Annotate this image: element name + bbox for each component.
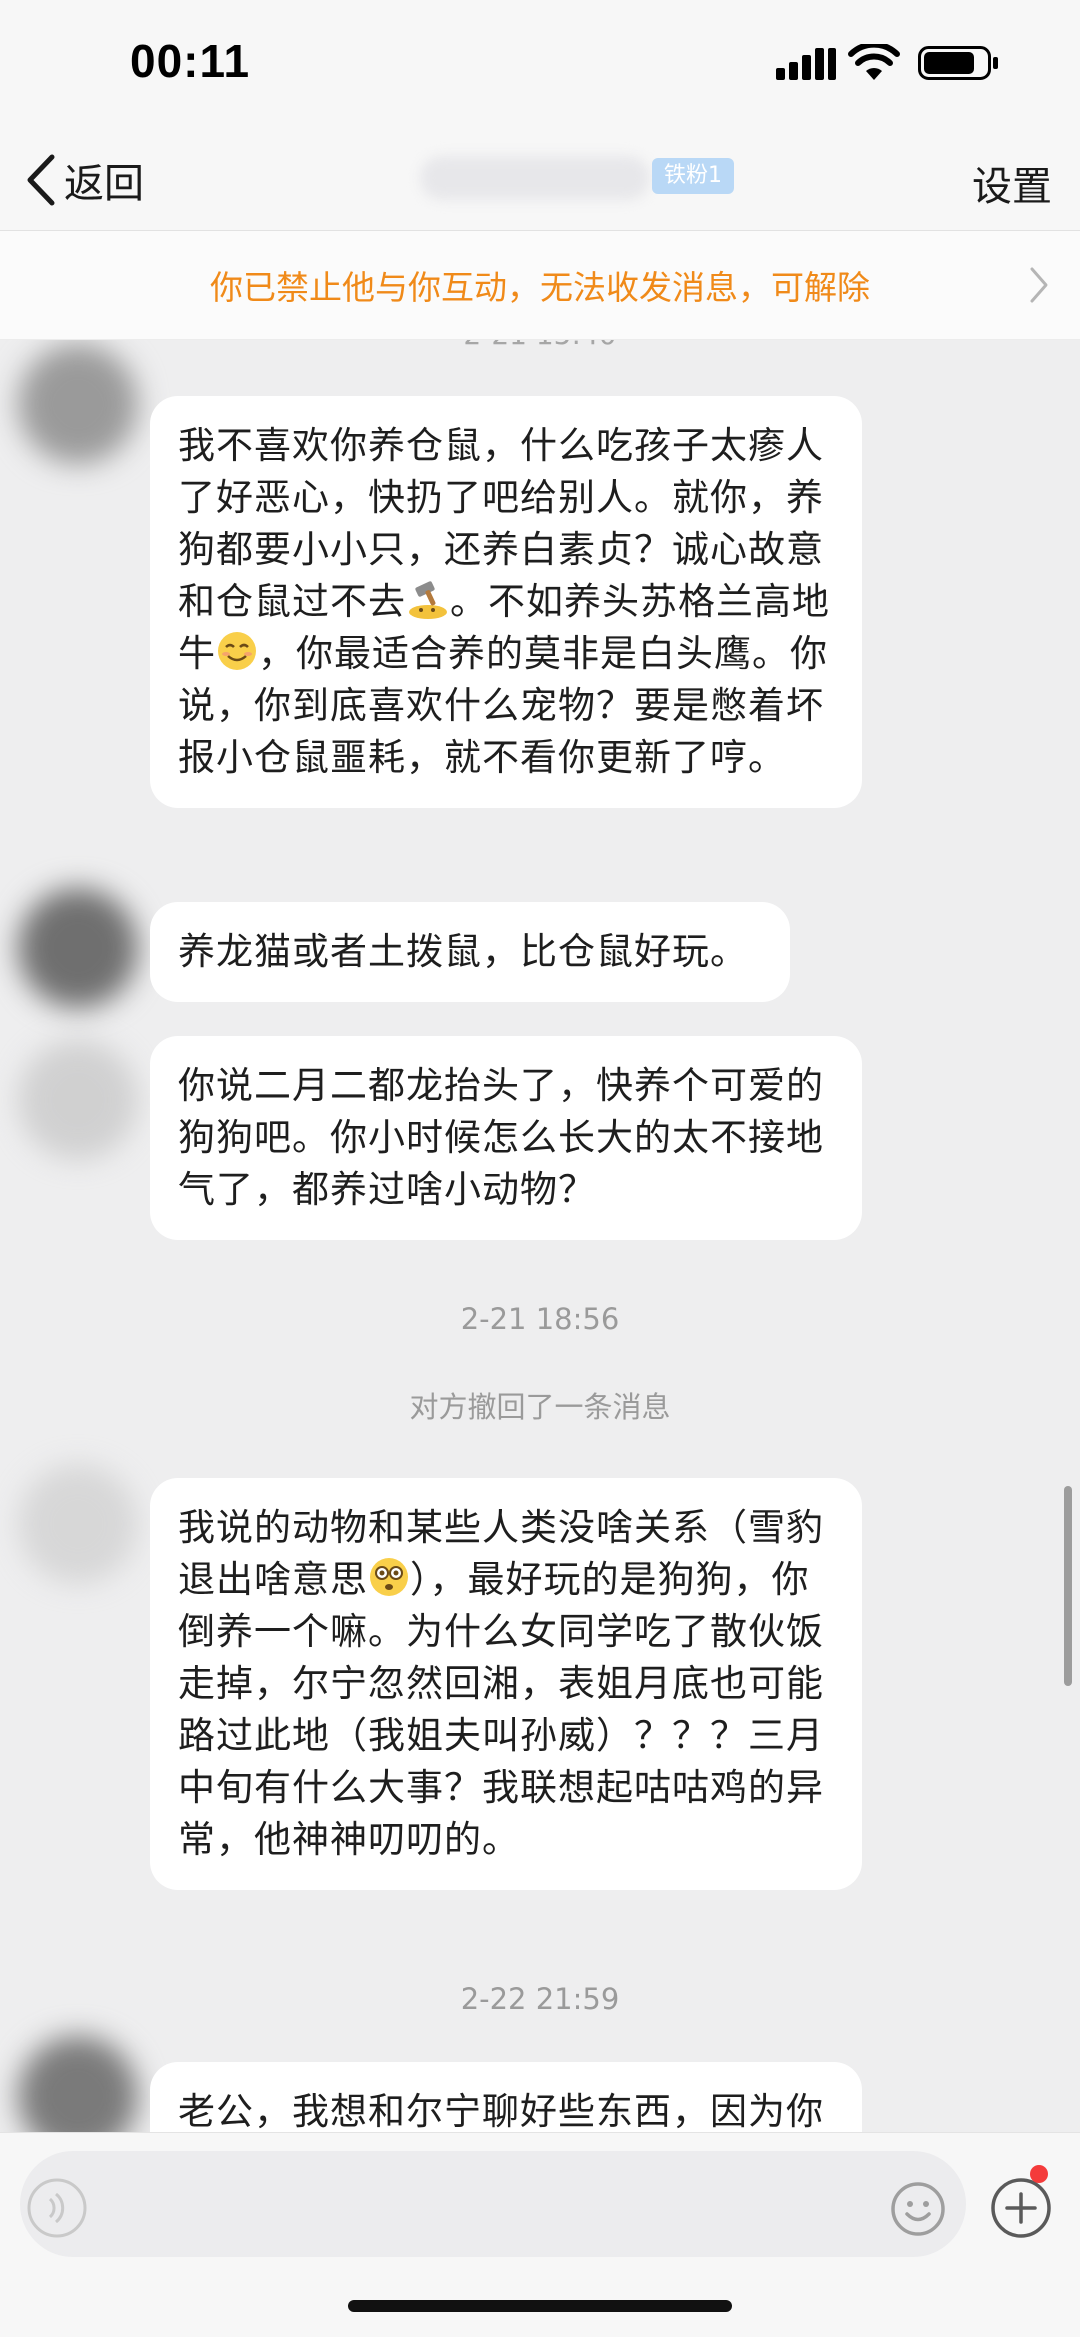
message-input[interactable] (20, 2151, 966, 2257)
recall-notice: 对方撤回了一条消息 (409, 1390, 671, 1424)
back-button[interactable]: 返回 (24, 148, 144, 212)
hammer-emoji (409, 581, 447, 619)
message-bubble[interactable]: 我说的动物和某些人类没啥关系（雪豹退出啥意思 ），最好玩的是狗狗，你倒养一个嘛。为… (150, 1478, 862, 1890)
message-bubble[interactable]: 老公，我想和尔宁聊好些东西，因为你 (150, 2062, 862, 2132)
avatar[interactable] (18, 2036, 138, 2132)
plus-icon[interactable] (990, 2177, 1052, 2239)
timestamp: 2-21 15:40 (0, 340, 1080, 351)
notification-dot (1030, 2165, 1048, 2183)
chat-area[interactable]: 2-21 15:40 我不喜欢你养仓鼠，什么吃孩子太瘆人了好恶心，快扔了吧给别人… (0, 340, 1080, 2132)
chat-title-redacted (420, 156, 650, 200)
voice-icon[interactable] (26, 2177, 88, 2239)
nav-bar: 返回 铁粉1 设置 (0, 130, 1080, 231)
avatar[interactable] (18, 888, 138, 1008)
emoji-icon[interactable] (890, 2181, 946, 2237)
message-text: 养龙猫或者土拨鼠，比仓鼠好玩。 (178, 930, 748, 973)
avatar[interactable] (18, 1464, 138, 1584)
block-notice-text: 你已禁止他与你互动，无法收发消息，可解除 (210, 268, 870, 307)
message-bubble[interactable]: 你说二月二都龙抬头了，快养个可爱的狗狗吧。你小时候怎么长大的太不接地气了，都养过… (150, 1036, 862, 1240)
avatar[interactable] (18, 344, 138, 464)
message-bubble[interactable]: 我不喜欢你养仓鼠，什么吃孩子太瘆人了好恶心，快扔了吧给别人。就你，养狗都要小小只… (150, 396, 862, 808)
smile-emoji (218, 632, 256, 670)
message-text: ，你最适合养的莫非是白头鹰。你说，你到底喜欢什么宠物？要是憋着坏报小仓鼠噩耗，就… (178, 632, 828, 779)
timestamp: 2-22 21:59 (460, 1982, 620, 2016)
dizzy-face-emoji (370, 1558, 408, 1596)
message-bubble[interactable]: 养龙猫或者土拨鼠，比仓鼠好玩。 (150, 902, 790, 1002)
home-indicator[interactable] (348, 2300, 732, 2312)
scrollbar[interactable] (1064, 1486, 1072, 1686)
wifi-icon (848, 44, 900, 80)
avatar[interactable] (18, 1040, 138, 1160)
chevron-left-icon (27, 154, 55, 206)
back-label: 返回 (64, 161, 144, 207)
message-text: 老公，我想和尔宁聊好些东西，因为你 (178, 2090, 824, 2132)
timestamp: 2-21 18:56 (460, 1302, 620, 1336)
chevron-right-icon (1030, 267, 1048, 303)
fan-level-badge: 铁粉1 (652, 158, 734, 194)
message-text: 你说二月二都龙抬头了，快养个可爱的狗狗吧。你小时候怎么长大的太不接地气了，都养过… (178, 1064, 824, 1211)
block-notice-banner[interactable]: 你已禁止他与你互动，无法收发消息，可解除 (0, 231, 1080, 340)
settings-button[interactable]: 设置 (972, 154, 1052, 212)
status-time: 00:11 (130, 35, 251, 87)
battery-icon (918, 46, 998, 80)
status-bar: 00:11 (0, 0, 1080, 130)
cellular-signal-icon (776, 46, 836, 80)
message-text: ），最好玩的是狗狗，你倒养一个嘛。为什么女同学吃了散伙饭走掉，尔宁忽然回湘，表姐… (178, 1558, 824, 1861)
